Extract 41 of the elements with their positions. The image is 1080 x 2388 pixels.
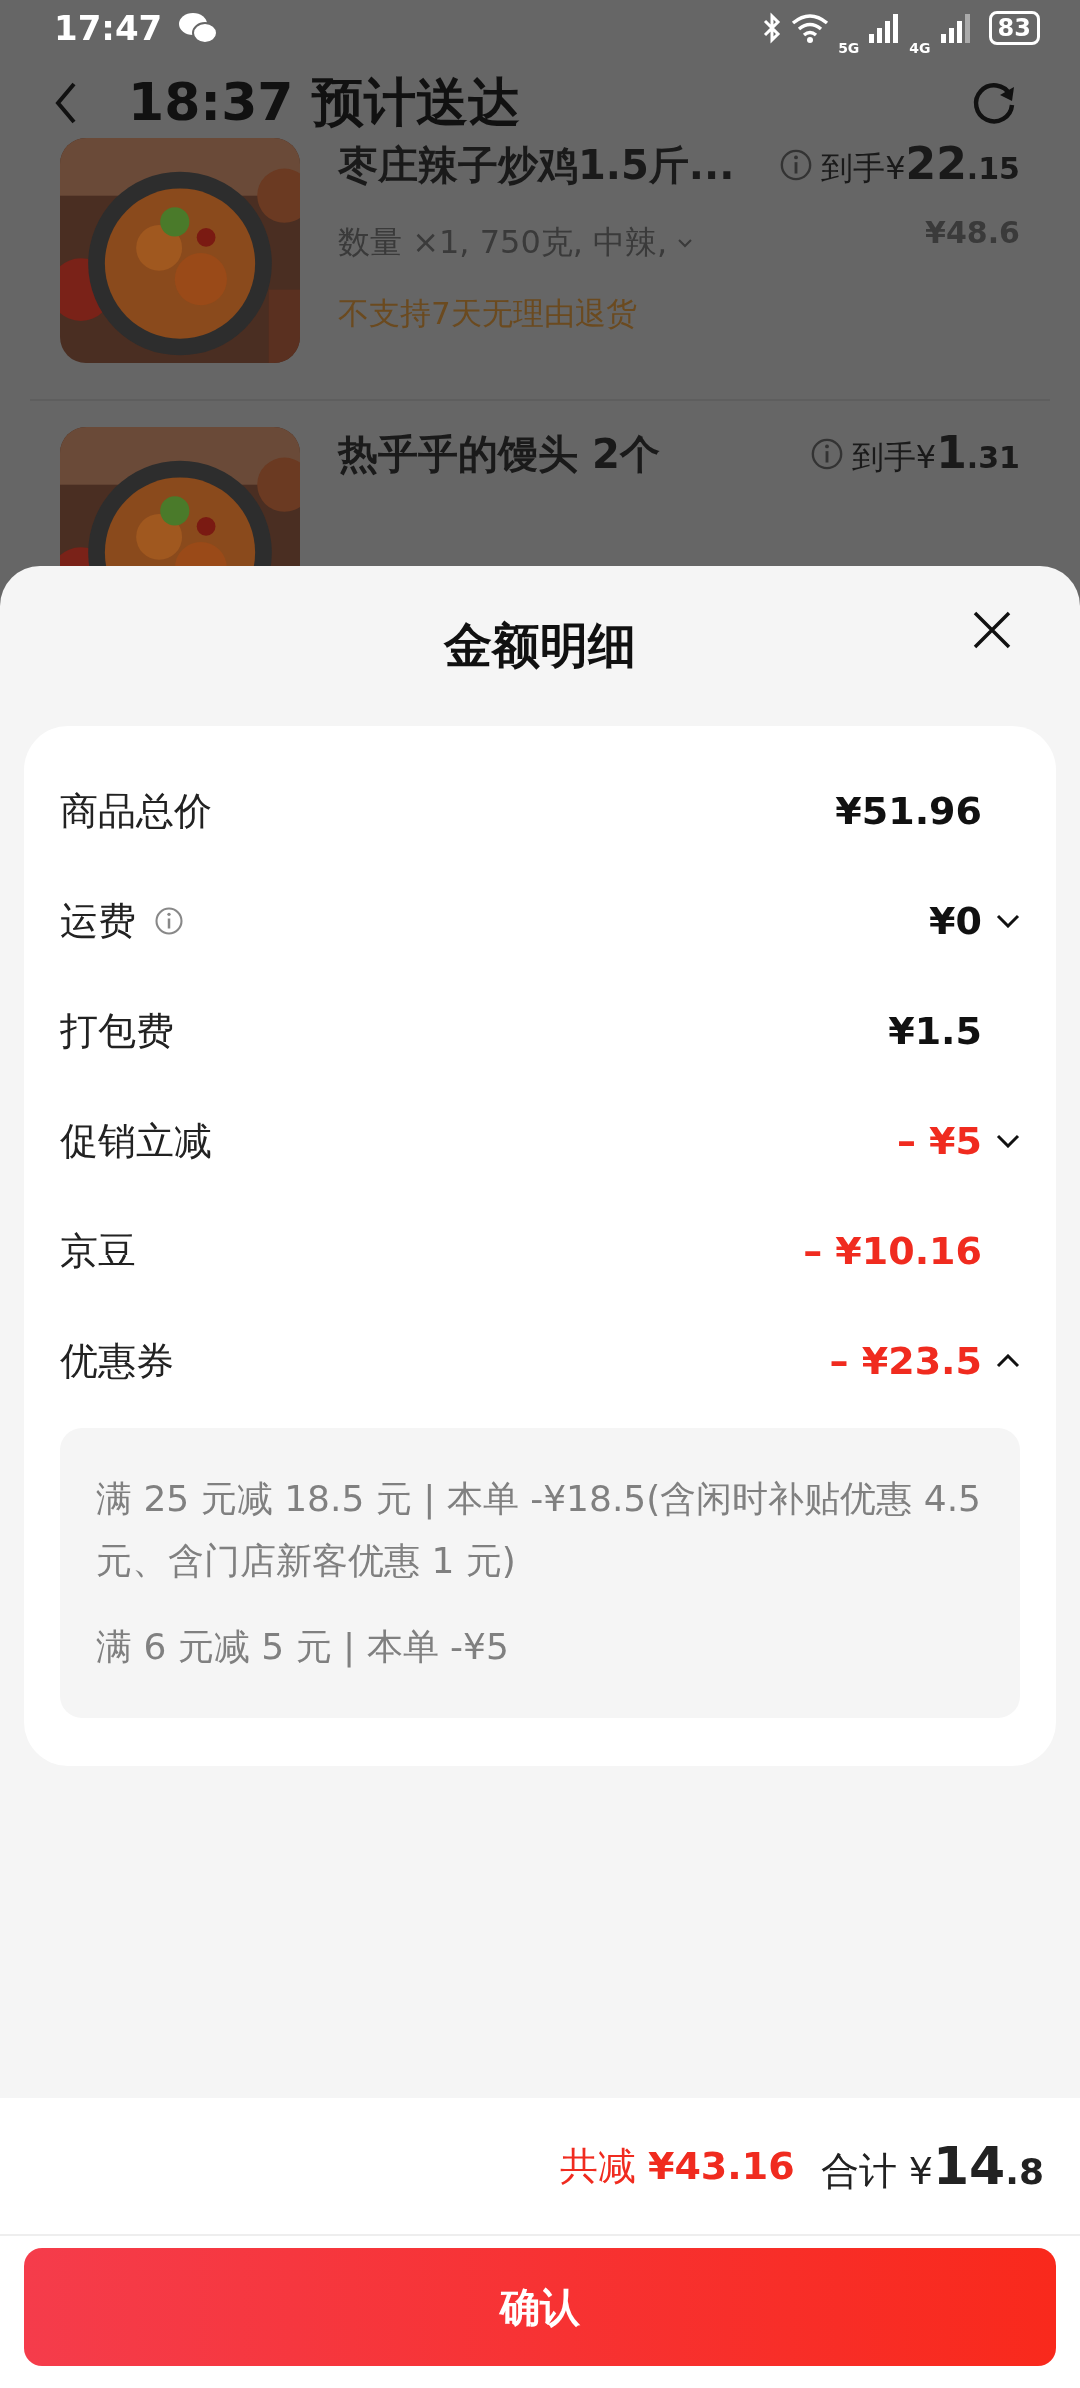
fee-label: 京豆 (60, 1227, 136, 1275)
confirm-button[interactable]: 确认 (24, 2248, 1056, 2366)
battery-indicator: 83 (988, 11, 1040, 45)
coupon-detail: 满 6 元减 5 元 | 本单 -¥5 (96, 1625, 510, 1670)
info-icon[interactable] (154, 906, 184, 936)
page-title: 18:37 预计送达 (128, 71, 520, 134)
coupon-detail: 满 25 元减 18.5 元 | 本单 -¥18.5(含闲时补贴优惠 4.5 元、含门店新客优惠 1 元) (96, 1477, 982, 1583)
product-name: 热乎乎的馒头 2个 (338, 430, 661, 479)
signal-icon (938, 12, 973, 44)
network-label: 4G (909, 40, 931, 56)
fee-label: 促销立减 (60, 1117, 212, 1165)
fee-label: 商品总价 (60, 787, 212, 835)
close-icon[interactable] (972, 610, 1012, 650)
back-icon[interactable] (54, 81, 78, 125)
sheet-title: 金额明细 (444, 616, 636, 675)
chevron-down-icon[interactable] (996, 914, 1020, 928)
product-name: 枣庄辣子炒鸡1.5斤... (338, 141, 736, 190)
status-time: 17:47 (54, 8, 163, 48)
network-label: 5G (838, 40, 860, 56)
final-price: 到手¥1.31 (851, 427, 1020, 480)
fee-amount: ¥0 (929, 899, 982, 943)
info-icon[interactable] (809, 436, 844, 471)
info-icon[interactable] (779, 147, 814, 182)
bluetooth-icon (762, 12, 783, 44)
fee-amount: ¥1.5 (888, 1009, 982, 1053)
fee-amount: – ¥5 (896, 1119, 982, 1163)
total-amount: 合计 ¥14.8 (820, 2135, 1044, 2197)
chevron-up-icon[interactable] (996, 1354, 1020, 1368)
fee-amount: – ¥10.16 (803, 1229, 982, 1273)
return-policy-note: 不支持7天无理由退货 (338, 294, 638, 333)
fee-label: 打包费 (60, 1007, 174, 1055)
chat-app-icon (178, 11, 219, 45)
final-price: 到手¥22.15 (821, 138, 1020, 191)
wifi-icon (790, 12, 831, 44)
fee-label: 优惠券 (60, 1337, 174, 1385)
total-discount: 共减 ¥43.16 (559, 2142, 795, 2190)
chevron-down-icon[interactable] (996, 1134, 1020, 1148)
fee-amount: – ¥23.5 (829, 1339, 982, 1383)
fee-label: 运费 (60, 897, 136, 945)
fee-amount: ¥51.96 (835, 789, 982, 833)
chevron-down-icon (677, 238, 694, 248)
